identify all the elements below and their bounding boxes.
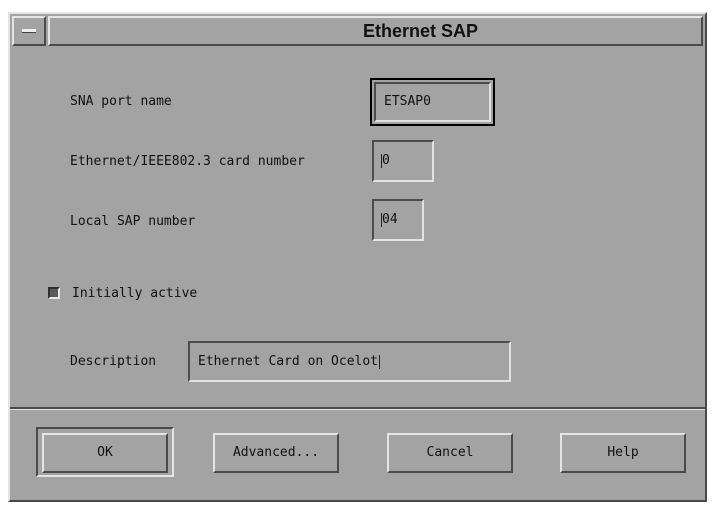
local-sap-field[interactable]: 04	[372, 199, 424, 241]
help-button[interactable]: Help	[560, 433, 686, 473]
button-area-separator	[10, 407, 705, 410]
title-bar: Ethernet SAP	[12, 16, 703, 46]
sna-port-name-field[interactable]: ETSAP0	[374, 82, 491, 122]
advanced-button[interactable]: Advanced...	[213, 433, 339, 473]
description-field[interactable]: Ethernet Card on Ocelot	[188, 341, 511, 382]
sna-port-name-label: SNA port name	[70, 94, 172, 109]
card-number-field[interactable]: 0	[372, 140, 434, 182]
card-number-label: Ethernet/IEEE802.3 card number	[70, 154, 305, 169]
initially-active-label: Initially active	[72, 286, 198, 301]
text-cursor	[379, 354, 381, 369]
window-menu-icon	[22, 29, 36, 33]
local-sap-label: Local SAP number	[70, 214, 196, 229]
card-number-value: 0	[382, 153, 390, 168]
sna-port-name-value: ETSAP0	[384, 94, 431, 109]
local-sap-value: 04	[382, 212, 398, 227]
description-value: Ethernet Card on Ocelot	[198, 354, 379, 369]
title-area[interactable]: Ethernet SAP	[48, 16, 703, 46]
ok-button[interactable]: OK	[42, 433, 168, 473]
cancel-button[interactable]: Cancel	[387, 433, 513, 473]
description-label: Description	[70, 354, 157, 369]
initially-active-checkbox[interactable]	[48, 287, 60, 299]
window-menu-button[interactable]	[12, 16, 46, 46]
window-title: Ethernet SAP	[362, 21, 479, 41]
